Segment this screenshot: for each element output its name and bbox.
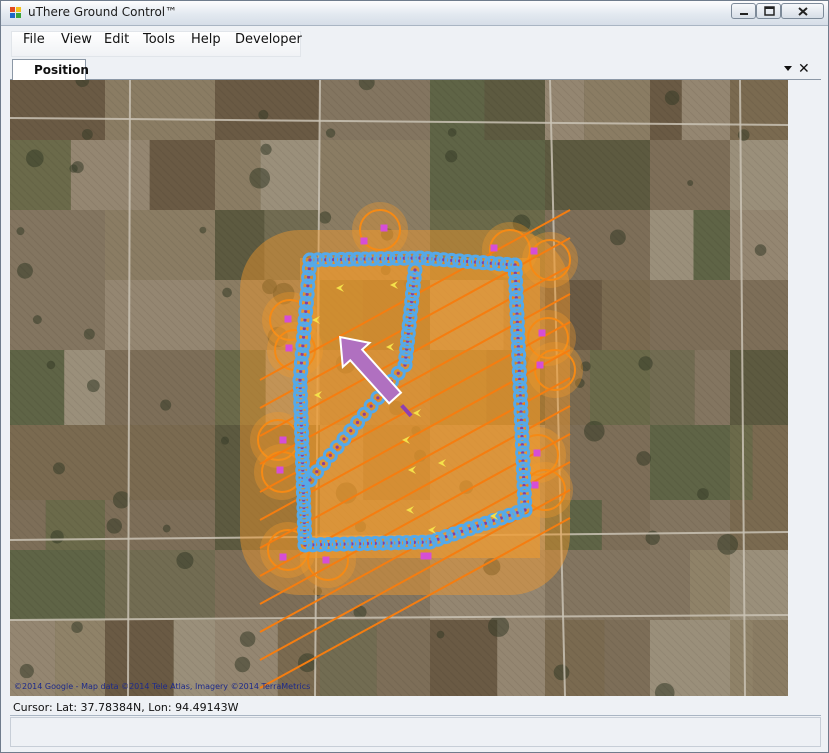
menu-file[interactable]: File <box>23 32 45 47</box>
waypoint-marker-icon <box>538 329 546 337</box>
tab-position[interactable]: Position <box>12 59 89 80</box>
map-view[interactable]: ©2014 Google - Map data ©2014 Tele Atlas… <box>10 80 788 696</box>
window-title: uThere Ground Control™ <box>28 5 178 19</box>
tab-close-icon[interactable]: ✕ <box>798 61 810 77</box>
track-dot <box>362 412 366 416</box>
track-dot <box>335 445 339 449</box>
maximize-icon <box>764 6 775 16</box>
tab-position-label: Position <box>34 63 89 77</box>
track-dot <box>342 437 346 441</box>
waypoint-marker-icon <box>536 361 544 369</box>
menu-edit[interactable]: Edit <box>104 32 129 47</box>
waypoint-marker-icon <box>530 247 538 255</box>
waypoint-marker-icon <box>424 552 432 560</box>
track-dot <box>355 420 360 425</box>
app-icon <box>10 7 22 19</box>
maximize-button[interactable] <box>756 3 781 19</box>
waypoint-marker-icon <box>490 244 498 252</box>
menu-view[interactable]: View <box>61 32 92 47</box>
status-bar <box>10 717 821 747</box>
menu-help[interactable]: Help <box>191 32 221 47</box>
waypoint-marker-icon <box>322 556 330 564</box>
track-dot <box>321 461 326 466</box>
menu-tools[interactable]: Tools <box>143 32 175 47</box>
track-dot <box>308 258 312 262</box>
menu-developer[interactable]: Developer <box>235 32 302 47</box>
status-separator <box>10 715 821 716</box>
map-copyright: ©2014 Google - Map data ©2014 Tele Atlas… <box>14 682 311 691</box>
track-dot <box>328 453 332 457</box>
menu-bar: File View Edit Tools Help Developer <box>1 26 828 59</box>
satellite-map-canvas[interactable] <box>10 80 788 696</box>
track-dot <box>396 371 400 375</box>
close-window-button[interactable] <box>781 3 824 19</box>
title-bar[interactable]: uThere Ground Control™ <box>1 1 828 26</box>
map-side-panel <box>788 80 822 696</box>
application-window: uThere Ground Control™ File View Edit To… <box>0 0 829 753</box>
waypoint-marker-icon <box>531 481 539 489</box>
waypoint-marker-icon <box>380 224 388 232</box>
cursor-position-readout: Cursor: Lat: 37.78384N, Lon: 94.49143W <box>13 701 239 714</box>
track-dot <box>308 478 312 482</box>
waypoint-marker-icon <box>279 436 287 444</box>
track-dot <box>349 429 353 433</box>
minimize-button[interactable] <box>731 3 756 19</box>
waypoint-marker-icon <box>533 449 541 457</box>
minimize-icon <box>740 13 748 15</box>
waypoint-marker-icon <box>284 315 292 323</box>
waypoint-marker-icon <box>360 237 368 245</box>
track-dot <box>315 470 319 474</box>
waypoint-marker-icon <box>279 553 287 561</box>
track-dot <box>376 396 380 400</box>
tab-dropdown-icon[interactable] <box>783 64 793 72</box>
waypoint-marker-icon <box>276 466 284 474</box>
track-dot <box>369 404 373 408</box>
document-tab-strip: Position ✕ <box>1 59 828 81</box>
close-icon <box>798 7 808 16</box>
track-dot <box>413 268 417 272</box>
waypoint-marker-icon <box>285 344 293 352</box>
